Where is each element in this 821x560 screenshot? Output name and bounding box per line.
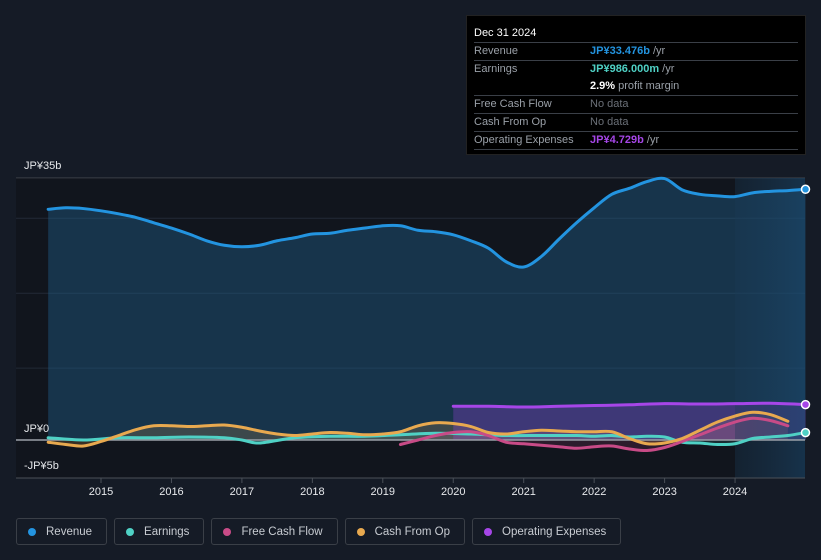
- tooltip-row-value: JP¥986.000m /yr: [590, 63, 675, 75]
- x-tick-label: 2015: [89, 486, 113, 498]
- tooltip-row-label: [474, 78, 590, 95]
- legend-dot-icon: [28, 527, 36, 536]
- tooltip-row-label: Earnings: [474, 63, 518, 75]
- legend-label: Operating Expenses: [502, 525, 607, 538]
- x-tick-label: 2018: [300, 486, 324, 498]
- x-tick-label: 2016: [159, 486, 183, 498]
- earnings-end-marker[interactable]: [800, 427, 811, 438]
- tooltip-row: Operating Expenses JP¥4.729b /yr: [474, 132, 798, 150]
- operating-expenses-end-marker[interactable]: [800, 399, 811, 410]
- revenue-end-marker[interactable]: [800, 184, 811, 195]
- tooltip-row-label: Free Cash Flow: [474, 98, 552, 110]
- x-tick-label: 2023: [652, 486, 676, 498]
- legend-item-revenue[interactable]: Revenue: [16, 518, 108, 545]
- tooltip-row: Earnings JP¥986.000m /yr: [474, 61, 798, 78]
- tooltip-row-label: Revenue: [474, 45, 519, 57]
- tooltip-row: Free Cash Flow No data: [474, 96, 798, 114]
- tooltip-row-label: Operating Expenses: [474, 134, 574, 146]
- legend-dot-icon: [223, 527, 232, 536]
- tooltip-row: Revenue JP¥33.476b /yr: [474, 43, 798, 61]
- tooltip-date: Dec 31 2024: [474, 24, 798, 43]
- tooltip-row-value: No data: [590, 98, 629, 110]
- x-tick-label: 2024: [723, 486, 747, 498]
- tooltip-row: Cash From Op No data: [474, 114, 798, 132]
- legend-label: Free Cash Flow: [241, 525, 323, 538]
- tooltip-row-value: JP¥4.729b /yr: [590, 134, 660, 146]
- legend-item-free-cash-flow[interactable]: Free Cash Flow: [211, 518, 338, 545]
- legend-dot-icon: [356, 527, 365, 536]
- legend-label: Earnings: [144, 525, 190, 538]
- tooltip: Dec 31 2024 Revenue JP¥33.476b /yr Earning…: [466, 15, 806, 155]
- tooltip-row-label: Cash From Op: [474, 116, 547, 128]
- tooltip-row-value: No data: [590, 116, 629, 128]
- x-tick-label: 2022: [582, 486, 606, 498]
- y-tick-label-bottom: -JP¥5b: [24, 460, 59, 472]
- x-tick-label: 2019: [371, 486, 395, 498]
- x-axis: 2015 2016 2017 2018 2019 2020 2021 2022 2023 2024: [16, 477, 805, 498]
- x-tick-label: 2017: [230, 486, 254, 498]
- x-tick-label: 2021: [511, 486, 535, 498]
- legend-label: Cash From Op: [374, 525, 451, 538]
- legend-item-cash-from-op[interactable]: Cash From Op: [344, 518, 466, 545]
- legend-item-operating-expenses[interactable]: Operating Expenses: [472, 518, 622, 545]
- tooltip-row-value: JP¥33.476b /yr: [590, 45, 666, 57]
- legend-dot-icon: [484, 527, 493, 536]
- tooltip-row-value: 2.9% profit margin: [590, 80, 680, 92]
- legend: Revenue Earnings Free Cash Flow Cash From O…: [16, 518, 622, 545]
- legend-label: Revenue: [46, 525, 93, 538]
- legend-item-earnings[interactable]: Earnings: [114, 518, 205, 545]
- x-tick-label: 2020: [441, 486, 465, 498]
- y-tick-label-top: JP¥35b: [24, 160, 62, 172]
- y-tick-label-zero: JP¥0: [24, 423, 50, 435]
- tooltip-row: 2.9% profit margin: [474, 78, 798, 96]
- legend-dot-icon: [126, 527, 135, 536]
